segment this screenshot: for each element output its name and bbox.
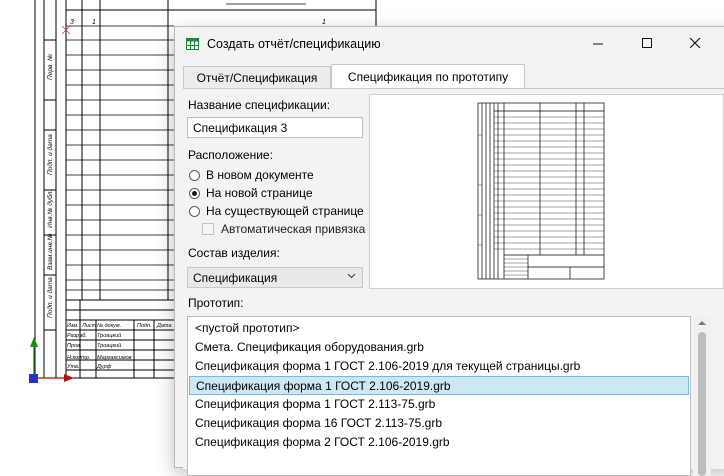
- dialog-titlebar[interactable]: Создать отчёт/спецификацию: [175, 27, 724, 60]
- prototype-preview: [369, 94, 724, 289]
- cad-title-text: Маргаксимов: [97, 355, 132, 361]
- list-item-selected[interactable]: Спецификация форма 1 ГОСТ 2.106-2019.grb: [189, 376, 689, 395]
- dialog-title: Создать отчёт/спецификацию: [207, 37, 381, 51]
- radio-new-page-label[interactable]: На новой странице: [206, 186, 313, 200]
- cad-side-label: Инв.№ дубл.: [46, 190, 54, 228]
- scrollbar-thumb[interactable]: [698, 332, 706, 476]
- composition-select[interactable]: Спецификация: [187, 267, 363, 288]
- cad-title-text: Изм.: [67, 323, 79, 329]
- cad-title-text: Дата: [156, 323, 172, 329]
- spec-name-input[interactable]: Спецификация 3: [187, 117, 363, 138]
- chevron-up-icon[interactable]: [693, 316, 711, 330]
- list-item[interactable]: Спецификация форма 16 ГОСТ 2.113-75.grb: [189, 414, 689, 433]
- maximize-icon: [641, 38, 652, 48]
- list-item[interactable]: <пустой прототип>: [189, 319, 689, 338]
- prototype-label: Прототип:: [188, 296, 244, 310]
- tab-report-specification[interactable]: Отчёт/Спецификация: [183, 66, 331, 88]
- cad-side-label: Взам.инв.№: [47, 233, 54, 270]
- maximize-button[interactable]: [624, 27, 670, 60]
- composition-label: Состав изделия:: [188, 246, 280, 260]
- location-label: Расположение:: [188, 148, 273, 162]
- cad-title-text: Дурф: [96, 364, 112, 370]
- cad-side-label: Подп. и дата: [46, 277, 54, 318]
- radio-new-page[interactable]: [189, 188, 200, 199]
- prototype-list[interactable]: <пустой прототип> Смета. Спецификация об…: [187, 316, 691, 476]
- cad-side-label: Подп. и дата: [46, 134, 54, 175]
- auto-bind-checkbox[interactable]: [202, 223, 214, 235]
- cad-title-text: № докум.: [97, 323, 121, 329]
- cad-row-mark: 1: [322, 19, 326, 26]
- cad-side-label: Перв. №: [47, 54, 54, 80]
- cad-axis-x-arrow: [64, 374, 74, 382]
- list-item[interactable]: Спецификация форма 1 ГОСТ 2.113-75.grb: [189, 395, 689, 414]
- minimize-button[interactable]: [575, 27, 621, 60]
- spreadsheet-icon: [186, 38, 199, 50]
- list-item[interactable]: Смета. Спецификация оборудования.grb: [189, 338, 689, 357]
- radio-new-document[interactable]: [189, 170, 200, 181]
- chevron-down-icon: [347, 273, 356, 279]
- minimize-icon: [592, 43, 603, 45]
- cad-title-text: Пров.: [67, 343, 82, 349]
- list-item[interactable]: Спецификация форма 1 ГОСТ 2.106-2019 для…: [189, 357, 689, 376]
- cad-row-mark: 1: [92, 19, 96, 26]
- cad-title-text: Троацкий: [97, 332, 121, 339]
- cad-title-text: Утв.: [66, 364, 80, 370]
- auto-bind-label: Автоматическая привязка: [221, 222, 366, 236]
- cad-axis-y-arrow: [30, 337, 38, 347]
- cad-row-mark: 3: [70, 19, 74, 26]
- spec-form-thumbnail: [477, 102, 605, 280]
- cad-title-text: Н.контр.: [67, 355, 90, 361]
- cad-origin-marker[interactable]: [29, 374, 38, 383]
- create-report-dialog: Создать отчёт/спецификацию Отчёт/Специфи…: [174, 26, 724, 476]
- cad-title-text: Подп.: [137, 323, 152, 329]
- close-icon: [689, 38, 700, 49]
- cad-title-text: Лист: [81, 323, 97, 329]
- spec-name-label: Название спецификации:: [188, 98, 331, 112]
- cad-title-text: Разраб.: [67, 333, 87, 339]
- tab-panel-prototype: Название спецификации: Спецификация 3 Ра…: [183, 88, 724, 476]
- close-button[interactable]: [672, 27, 718, 60]
- cad-title-text: Троацкий: [97, 342, 121, 349]
- radio-new-document-label[interactable]: В новом документе: [206, 168, 314, 182]
- tab-specification-by-prototype[interactable]: Спецификация по прототипу: [331, 64, 525, 88]
- list-item[interactable]: Спецификация форма 2 ГОСТ 2.106-2019.grb: [189, 433, 689, 452]
- prototype-list-scrollbar[interactable]: [693, 316, 711, 476]
- composition-select-value: Спецификация: [193, 271, 278, 285]
- radio-existing-page[interactable]: [189, 206, 200, 217]
- radio-existing-page-label[interactable]: На существующей странице: [206, 204, 364, 218]
